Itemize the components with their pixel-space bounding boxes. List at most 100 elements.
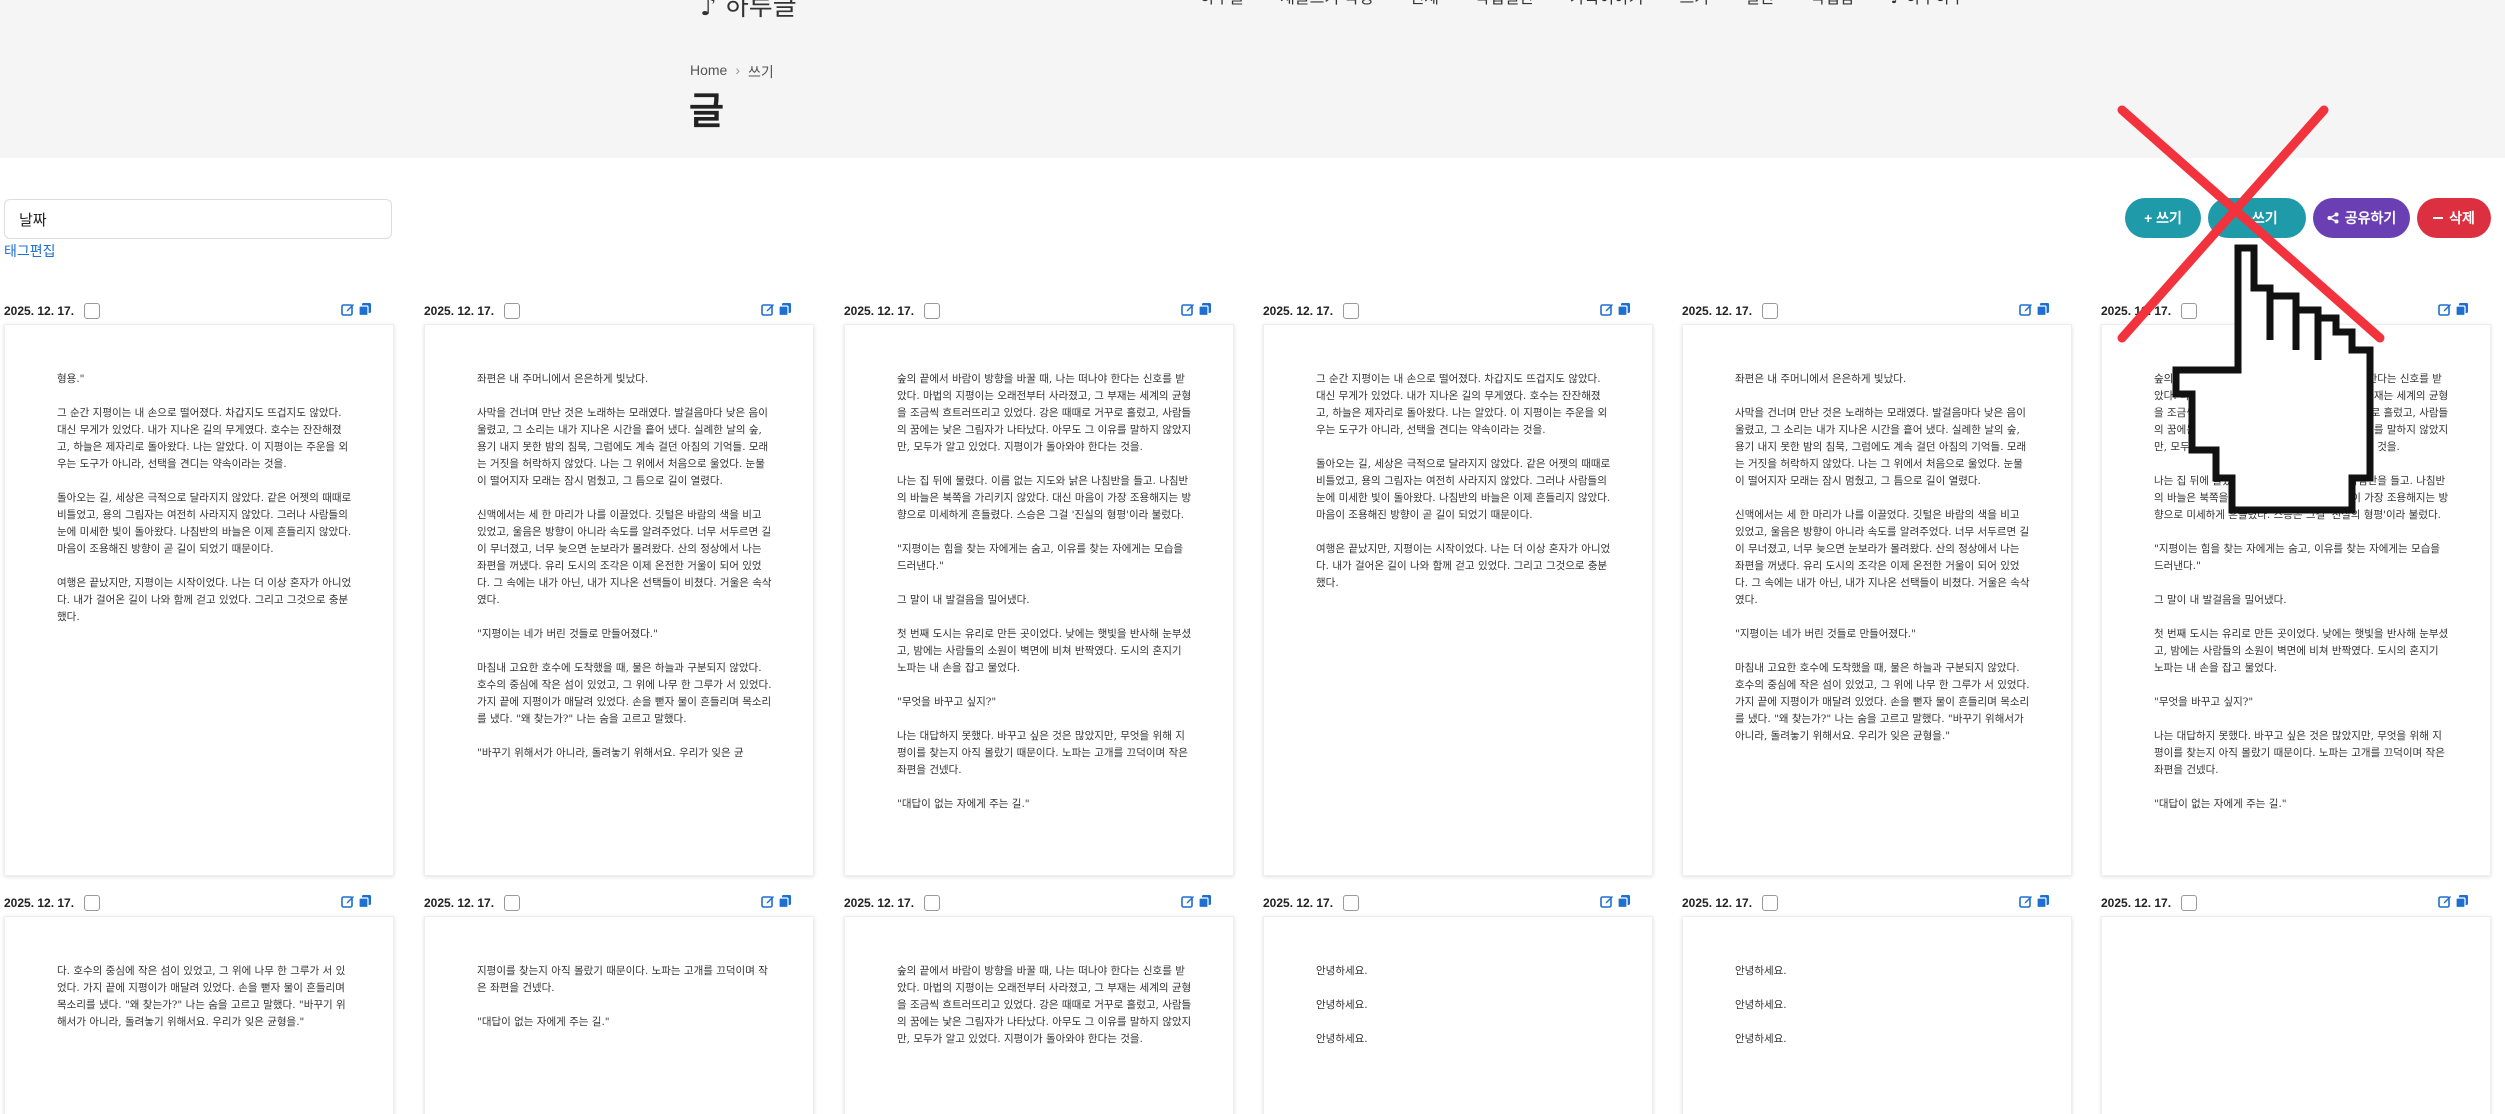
edit-icon[interactable] (1181, 894, 1195, 908)
card-select-checkbox[interactable] (84, 303, 101, 319)
card-paragraph: 첫 번째 도시는 유리로 만든 곳이었다. 낮에는 햇빛을 반사해 눈부셨고, … (897, 628, 1192, 674)
copy-icon[interactable] (358, 894, 372, 908)
edit-icon[interactable] (2438, 302, 2452, 316)
card-date: 2025. 12. 17. (4, 304, 75, 318)
card-content[interactable]: 좌편은 내 주머니에서 은은하게 빛났다. 사막을 건너며 만난 것은 노래하는 … (424, 324, 814, 876)
nav-item[interactable]: 쓰기 (1680, 0, 1709, 8)
copy-icon[interactable] (778, 302, 792, 316)
card-select-checkbox[interactable] (924, 303, 941, 319)
nav-item[interactable]: 전체 (1410, 0, 1439, 8)
card-paragraph: 신맥에서는 세 한 마리가 나를 이끌었다. 깃털은 바람의 색을 비고 있었고… (1735, 509, 2030, 606)
edit-icon[interactable] (2019, 302, 2033, 316)
nav-item[interactable]: 작업일반 (1475, 0, 1534, 8)
card-paragraph: "지평이는 네가 버린 것들로 만들어졌다." (1735, 628, 1916, 640)
card-text: 안녕하세요. 안녕하세요. 안녕하세요. (1316, 963, 1612, 1065)
nav-item[interactable]: ♪ 하루하루 (1891, 0, 1965, 8)
tag-edit-link[interactable]: 태그편집 (4, 241, 56, 261)
nav-item[interactable]: 하루글 (1200, 0, 1244, 8)
card-tools (761, 302, 792, 316)
edit-icon[interactable] (341, 894, 355, 908)
share-button[interactable]: 공유하기 (2313, 198, 2410, 238)
nav-item[interactable]: 가족이야기 (1570, 0, 1644, 8)
card-select-checkbox[interactable] (924, 895, 941, 911)
card-content[interactable]: 지평이를 찾는지 아직 몰랐기 때문이다. 노파는 고개를 끄덕이며 작은 좌편… (424, 916, 814, 1114)
card-paragraph: 숲의 끝에서 바람이 방향을 바꿀 때, 나는 떠나야 한다는 신호를 받았다.… (897, 373, 1192, 453)
card-content[interactable]: 안녕하세요. 안녕하세요. 안녕하세요. (1682, 916, 2072, 1114)
card-select-checkbox[interactable] (1343, 303, 1360, 319)
card-paragraph: 나는 집 뒤에 물렸다. 이름 없는 지도와 낡은 나침반을 들고. 나침반의 … (897, 475, 1192, 521)
edit-icon[interactable] (1600, 302, 1614, 316)
nav-item[interactable]: 새글쓰기 작성 (1280, 0, 1373, 8)
copy-icon[interactable] (1617, 894, 1631, 908)
card-paragraph: 좌편은 내 주머니에서 은은하게 빛났다. (477, 373, 649, 385)
card-header: 2025. 12. 17. (2101, 300, 2491, 322)
edit-icon[interactable] (761, 894, 775, 908)
card-select-checkbox[interactable] (2181, 303, 2198, 319)
copy-icon[interactable] (2455, 894, 2469, 908)
breadcrumb: Home › 쓰기 (690, 62, 774, 82)
write-button[interactable]: + 쓰기 (2125, 198, 2201, 238)
card-content[interactable]: 숲의 끝에서 바람이 방향을 바꿀 때, 나는 떠나야 한다는 신호를 받았다.… (2101, 324, 2491, 876)
copy-icon[interactable] (1198, 894, 1212, 908)
copy-icon[interactable] (1617, 302, 1631, 316)
card-content[interactable]: 그 순간 지평이는 내 손으로 떨어졌다. 차갑지도 뜨겁지도 않았다. 대신 … (1263, 324, 1653, 876)
card-header: 2025. 12. 17. (1682, 300, 2072, 322)
copy-icon[interactable] (2036, 894, 2050, 908)
edit-icon[interactable] (2438, 894, 2452, 908)
card-header: 2025. 12. 17. (4, 300, 394, 322)
copy-icon[interactable] (2455, 302, 2469, 316)
card-content[interactable]: 숲의 끝에서 바람이 방향을 바꿀 때, 나는 떠나야 한다는 신호를 받았다.… (844, 324, 1234, 876)
card-content[interactable] (2101, 916, 2491, 1114)
card-paragraph: 여행은 끝났지만, 지평이는 시작이었다. 나는 더 이상 혼자가 아니었다. … (57, 577, 352, 623)
card-select-checkbox[interactable] (1762, 895, 1779, 911)
card-date: 2025. 12. 17. (1263, 304, 1334, 318)
card-content[interactable]: 좌편은 내 주머니에서 은은하게 빛났다. 사막을 건너며 만난 것은 노래하는 … (1682, 324, 2072, 876)
page-title: 글 (689, 89, 724, 133)
edit-icon[interactable] (1600, 894, 1614, 908)
card-header: 2025. 12. 17. (4, 892, 394, 914)
nav-item[interactable]: 작업함 (1810, 0, 1854, 8)
card-select-checkbox[interactable] (1762, 303, 1779, 319)
card-tools (2019, 302, 2050, 316)
delete-button-label: 삭제 (2449, 210, 2475, 226)
card-tools (761, 894, 792, 908)
card-paragraph: 다. 호수의 중심에 작은 섬이 있었고, 그 위에 나무 한 그루가 서 있었… (57, 965, 346, 1028)
card-select-checkbox[interactable] (504, 895, 521, 911)
write-edit-button[interactable]: ✎ 쓰기 (2208, 198, 2306, 238)
card-text: 지평이를 찾는지 아직 몰랐기 때문이다. 노파는 고개를 끄덕이며 작은 좌편… (477, 963, 773, 1048)
card-content[interactable]: 형용." 그 순간 지평이는 내 손으로 떨어졌다. 차갑지도 뜨겁지도 않았다.… (4, 324, 394, 876)
nav-item[interactable]: 일반 (1745, 0, 1774, 8)
edit-icon[interactable] (341, 302, 355, 316)
card-select-checkbox[interactable] (504, 303, 521, 319)
copy-icon[interactable] (1198, 302, 1212, 316)
edit-icon[interactable] (761, 302, 775, 316)
delete-button[interactable]: 삭제 (2417, 198, 2491, 238)
share-icon (2327, 212, 2339, 224)
breadcrumb-home[interactable]: Home (690, 62, 727, 82)
card-date: 2025. 12. 17. (1682, 896, 1753, 910)
card-paragraph: 신맥에서는 세 한 마리가 나를 이끌었다. 깃털은 바람의 색을 비고 있었고… (477, 509, 772, 606)
card-paragraph: 지평이를 찾는지 아직 몰랐기 때문이다. 노파는 고개를 끄덕이며 작은 좌편… (477, 965, 768, 994)
card-paragraph: 좌편은 내 주머니에서 은은하게 빛났다. (1735, 373, 1907, 385)
site-logo[interactable]: ♪ 하루글 (700, 0, 797, 23)
card-content[interactable]: 안녕하세요. 안녕하세요. 안녕하세요. (1263, 916, 1653, 1114)
card-content[interactable]: 숲의 끝에서 바람이 방향을 바꿀 때, 나는 떠나야 한다는 신호를 받았다.… (844, 916, 1234, 1114)
sort-select-value: 날짜 (19, 210, 47, 229)
card-header: 2025. 12. 17. (1263, 300, 1653, 322)
card-date: 2025. 12. 17. (2101, 896, 2172, 910)
sort-select[interactable]: 날짜 (4, 199, 392, 239)
card-text: 좌편은 내 주머니에서 은은하게 빛났다. 사막을 건너며 만난 것은 노래하는 … (1735, 371, 2031, 762)
card-content[interactable]: 다. 호수의 중심에 작은 섬이 있었고, 그 위에 나무 한 그루가 서 있었… (4, 916, 394, 1114)
card-select-checkbox[interactable] (84, 895, 101, 911)
edit-icon[interactable] (1181, 302, 1195, 316)
minus-icon (2433, 217, 2444, 219)
copy-icon[interactable] (2036, 302, 2050, 316)
card-paragraph: "지평이는 네가 버린 것들로 만들어졌다." (477, 628, 658, 640)
copy-icon[interactable] (778, 894, 792, 908)
card-paragraph: 마침내 고요한 호수에 도착했을 때, 물은 하늘과 구분되지 않았다. 호수의… (1735, 662, 2030, 742)
edit-icon[interactable] (2019, 894, 2033, 908)
breadcrumb-separator: › (735, 62, 741, 78)
card-select-checkbox[interactable] (2181, 895, 2198, 911)
card-select-checkbox[interactable] (1343, 895, 1360, 911)
copy-icon[interactable] (358, 302, 372, 316)
